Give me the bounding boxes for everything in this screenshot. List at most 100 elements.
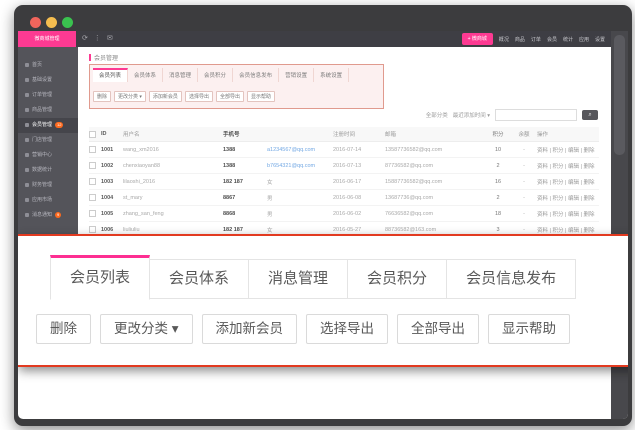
sidebar-item-icon — [25, 198, 29, 202]
sidebar-item-icon — [25, 138, 29, 142]
row-actions[interactable]: 资料 | 积分 | 编辑 | 删除 — [537, 162, 599, 170]
table-row[interactable]: 1005zhang_san_feng8868男2016-06-027663658… — [89, 206, 599, 222]
show-help-button[interactable]: 显示帮助 — [247, 91, 275, 102]
row-actions[interactable]: 资料 | 积分 | 编辑 | 删除 — [537, 210, 599, 218]
tab-member-info-publish[interactable]: 会员信息发布 — [446, 259, 576, 299]
change-category-button[interactable]: 更改分类 ▾ — [114, 91, 146, 102]
col-header-actions[interactable]: 操作 — [537, 130, 599, 138]
minimize-button[interactable] — [46, 17, 57, 28]
email-link[interactable]: a1234567@qq.com — [267, 147, 333, 153]
row-checkbox[interactable] — [89, 210, 101, 217]
sidebar-item-label: 财务管理 — [32, 182, 52, 188]
col-header-id[interactable]: ID — [101, 131, 123, 137]
show-help-button[interactable]: 显示帮助 — [488, 314, 570, 344]
window-titlebar[interactable] — [14, 5, 632, 31]
scrollbar-thumb[interactable] — [614, 35, 625, 155]
tab-member-info-publish[interactable]: 会员信息发布 — [233, 68, 279, 82]
sidebar-item[interactable]: 营销中心 — [18, 148, 78, 163]
maximize-button[interactable] — [62, 17, 73, 28]
col-header-register-date[interactable]: 注册时间 — [333, 130, 385, 138]
admin-logo: 微商城管理 — [18, 31, 76, 47]
sidebar-item[interactable]: 财务管理 — [18, 178, 78, 193]
search-input[interactable] — [495, 109, 577, 121]
export-selected-button[interactable]: 选择导出 — [306, 314, 388, 344]
more-icon[interactable]: ⋮ — [94, 35, 107, 42]
topbar-menu-item[interactable]: 会员 — [547, 36, 557, 43]
add-member-button[interactable]: 添加新会员 — [149, 91, 182, 102]
refresh-icon[interactable]: ⟳ — [82, 35, 94, 42]
row-actions[interactable]: 资料 | 积分 | 编辑 | 删除 — [537, 178, 599, 186]
topbar-menu-item[interactable]: 概况 — [499, 36, 509, 43]
sidebar-item-label: 消息通知 — [32, 212, 52, 218]
sidebar-item[interactable]: 订单管理 — [18, 88, 78, 103]
row-checkbox[interactable] — [89, 162, 101, 169]
export-all-button[interactable]: 全部导出 — [216, 91, 244, 102]
tab-member-list[interactable]: 会员列表 — [50, 255, 150, 300]
table-row[interactable]: 1001wang_xm20161388a1234567@qq.com2016-0… — [89, 142, 599, 158]
callout-toolbar: 删除 更改分类 ▾ 添加新会员 选择导出 全部导出 显示帮助 — [36, 314, 570, 344]
sidebar-item-icon — [25, 123, 29, 127]
col-header-phone[interactable]: 手机号 — [223, 130, 267, 138]
close-button[interactable] — [30, 17, 41, 28]
email-link[interactable]: b7654321@qq.com — [267, 163, 333, 169]
topbar-menu-item[interactable]: 订单 — [531, 36, 541, 43]
row-checkbox[interactable] — [89, 194, 101, 201]
tab-member-list[interactable]: 会员列表 — [93, 68, 128, 82]
topbar-action-button[interactable]: + 微商城 — [462, 33, 493, 45]
export-all-button[interactable]: 全部导出 — [397, 314, 479, 344]
tab-member-system[interactable]: 会员体系 — [128, 68, 163, 82]
member-toolbar: 删除 更改分类 ▾ 添加新会员 选择导出 全部导出 显示帮助 — [93, 91, 275, 102]
topbar-menu-item[interactable]: 设置 — [595, 36, 605, 43]
topbar-menu-item[interactable]: 商品 — [515, 36, 525, 43]
delete-button[interactable]: 删除 — [93, 91, 111, 102]
tab-member-points[interactable]: 会员积分 — [198, 68, 233, 82]
delete-button[interactable]: 删除 — [36, 314, 91, 344]
export-selected-button[interactable]: 选择导出 — [185, 91, 213, 102]
tab-message-mgmt[interactable]: 消息管理 — [248, 259, 348, 299]
tab-message-mgmt[interactable]: 消息管理 — [163, 68, 198, 82]
browser-page: 微商城管理 ⟳⋮✉ + 微商城 概况 商品 订单 会员 统计 应用 设置 — [18, 31, 628, 419]
col-header-username[interactable]: 用户名 — [123, 130, 223, 138]
topbar-menu-item[interactable]: 统计 — [563, 36, 573, 43]
table-row[interactable]: 1004st_mary8867男2016-06-0813687736@qq.co… — [89, 190, 599, 206]
table-row[interactable]: 1003lilaoshi_2016182 187女2016-06-1715887… — [89, 174, 599, 190]
tab-marketing-settings[interactable]: 营销设置 — [279, 68, 314, 82]
col-header-points[interactable]: 积分 — [485, 130, 511, 138]
row-checkbox[interactable] — [89, 226, 101, 233]
tab-member-system[interactable]: 会员体系 — [149, 259, 249, 299]
sidebar-item-label: 首页 — [32, 62, 42, 68]
sidebar-item-members-active[interactable]: 会员管理12 — [18, 118, 78, 133]
row-actions[interactable]: 资料 | 积分 | 编辑 | 删除 — [537, 146, 599, 154]
select-all-checkbox[interactable] — [89, 131, 101, 138]
sidebar-item[interactable]: 数据统计 — [18, 163, 78, 178]
row-checkbox[interactable] — [89, 178, 101, 185]
zoom-callout: 会员列表 会员体系 消息管理 会员积分 会员信息发布 删除 更改分类 ▾ 添加新… — [18, 234, 628, 367]
change-category-button[interactable]: 更改分类 ▾ — [100, 314, 193, 344]
add-member-button[interactable]: 添加新会员 — [202, 314, 298, 344]
sidebar-item-icon — [25, 183, 29, 187]
sidebar-item[interactable]: 基础设置 — [18, 73, 78, 88]
tab-member-points[interactable]: 会员积分 — [347, 259, 447, 299]
sidebar-item[interactable]: 门店管理 — [18, 133, 78, 148]
mail-icon[interactable]: ✉ — [107, 35, 119, 42]
sidebar-item-icon — [25, 78, 29, 82]
col-header-email[interactable]: 邮箱 — [385, 130, 485, 138]
sort-select[interactable]: 最近添加时间 ▾ — [453, 111, 490, 119]
row-actions[interactable]: 资料 | 积分 | 编辑 | 删除 — [537, 194, 599, 202]
notification-badge: 9 — [55, 212, 61, 218]
highlighted-region: 会员列表 会员体系 消息管理 会员积分 会员信息发布 营销设置 系统设置 删除 … — [89, 64, 384, 109]
tab-system-settings[interactable]: 系统设置 — [314, 68, 349, 82]
sidebar-item[interactable]: 消息通知9 — [18, 208, 78, 223]
sidebar-item[interactable]: 应用市场 — [18, 193, 78, 208]
row-checkbox[interactable] — [89, 146, 101, 153]
row-actions[interactable]: 资料 | 积分 | 编辑 | 删除 — [537, 226, 599, 234]
search-button[interactable]: ⌕ — [582, 110, 598, 120]
topbar-menu-item[interactable]: 应用 — [579, 36, 589, 43]
sidebar-item[interactable]: 商品管理 — [18, 103, 78, 118]
category-filter-label[interactable]: 全部分类 — [426, 111, 448, 119]
sidebar-item-icon — [25, 93, 29, 97]
search-bar: 全部分类 最近添加时间 ▾ ⌕ — [426, 109, 598, 121]
table-row[interactable]: 1002chenxiaoyan881388b7654321@qq.com2016… — [89, 158, 599, 174]
sidebar-item[interactable]: 首页 — [18, 58, 78, 73]
col-header-balance[interactable]: 余额 — [511, 130, 537, 138]
